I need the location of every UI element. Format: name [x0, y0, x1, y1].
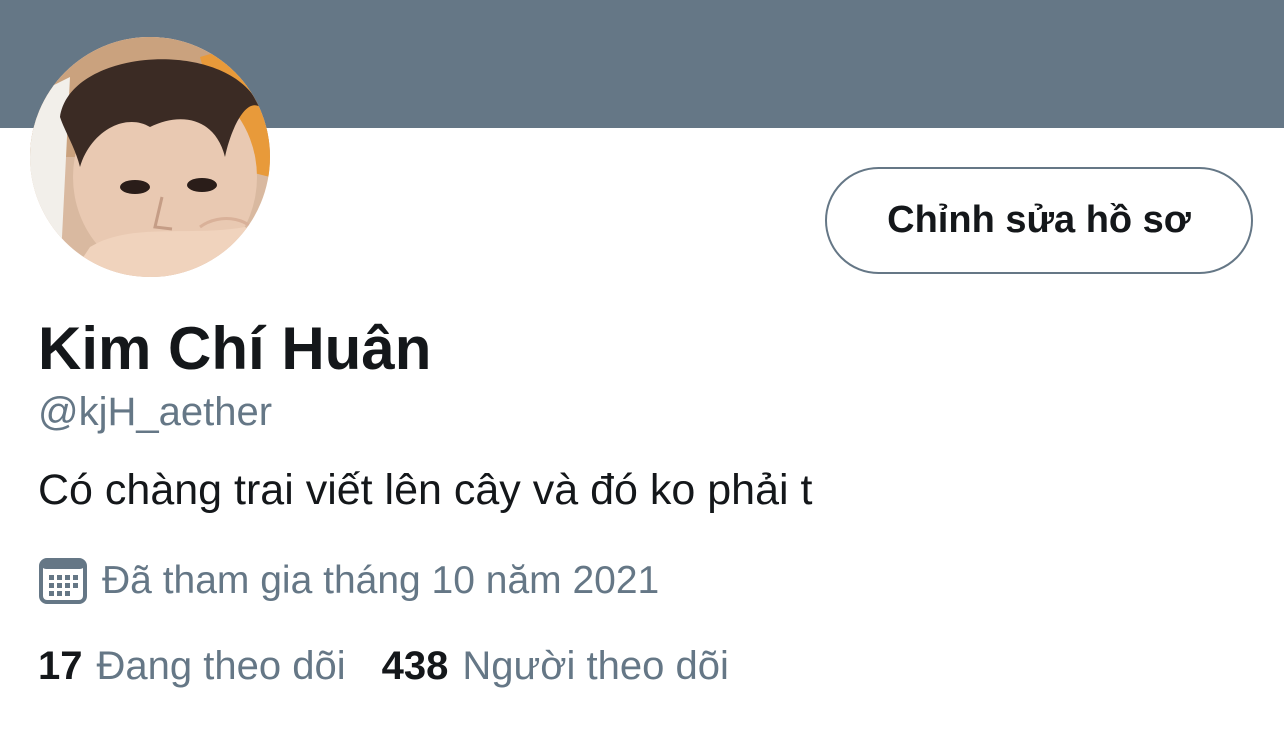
profile-stats: 17 Đang theo dõi 438 Người theo dõi [38, 644, 729, 689]
profile-bio: Có chàng trai viết lên cây và đó ko phải… [38, 466, 813, 514]
profile-handle: @kjH_aether [38, 390, 273, 434]
followers-label: Người theo dõi [462, 644, 729, 688]
calendar-icon [38, 556, 88, 606]
joined-date: Đã tham gia tháng 10 năm 2021 [38, 556, 659, 606]
profile-page: Chỉnh sửa hồ sơ Kim Chí Huân @kjH_aether… [0, 0, 1284, 745]
following-label: Đang theo dõi [96, 644, 346, 688]
following-link[interactable]: 17 Đang theo dõi [38, 644, 346, 689]
profile-avatar[interactable] [30, 37, 270, 277]
edit-profile-button[interactable]: Chỉnh sửa hồ sơ [825, 167, 1253, 274]
followers-count: 438 [381, 644, 449, 688]
avatar-photo [30, 37, 270, 277]
following-count: 17 [38, 644, 83, 688]
display-name: Kim Chí Huân [38, 315, 432, 382]
joined-date-text: Đã tham gia tháng 10 năm 2021 [102, 559, 660, 602]
followers-link[interactable]: 438 Người theo dõi [382, 644, 729, 689]
